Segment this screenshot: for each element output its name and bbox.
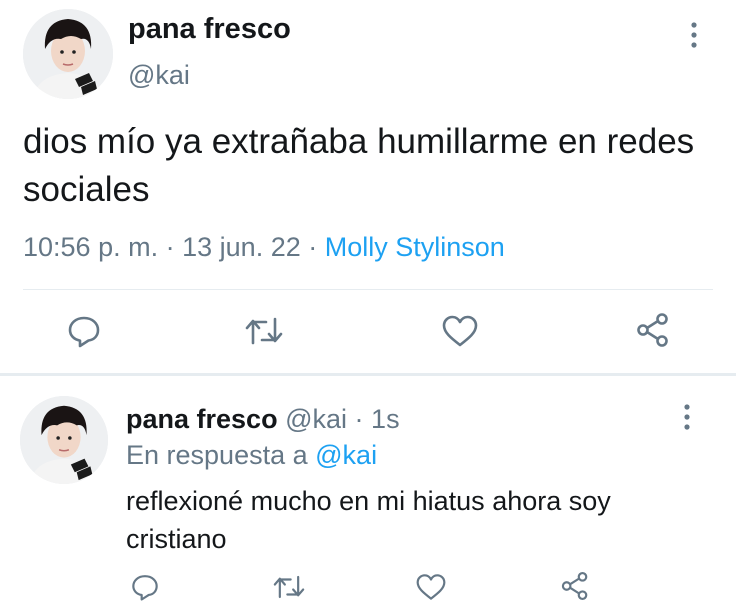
meta-separator: · [354, 404, 364, 434]
meta-separator: · [165, 232, 175, 262]
avatar-image [20, 396, 108, 484]
replying-to: En respuesta a @kai [126, 440, 377, 471]
display-name[interactable]: pana fresco [126, 404, 278, 434]
like-icon[interactable] [441, 313, 479, 349]
reply-icon[interactable] [66, 313, 102, 349]
tweet-age: 1s [371, 404, 400, 434]
replying-to-label: En respuesta a [126, 440, 308, 470]
reply-header: pana fresco @kai · 1s [126, 404, 400, 435]
retweet-icon[interactable] [244, 313, 284, 349]
user-handle[interactable]: @kai [128, 60, 190, 91]
tweet-text: reflexioné mucho en mi hiatus ahora soy … [126, 486, 611, 554]
user-handle[interactable]: @kai [285, 404, 347, 434]
retweet-icon[interactable] [272, 572, 306, 602]
tweet-time: 10:56 p. m. [23, 232, 159, 262]
display-name[interactable]: pana fresco [128, 13, 291, 46]
divider [23, 289, 713, 290]
replying-to-mention[interactable]: @kai [315, 440, 377, 470]
avatar[interactable] [20, 396, 108, 484]
reply-icon[interactable] [130, 572, 160, 602]
tweet-text: dios mío ya extrañaba humillarme en rede… [23, 122, 695, 209]
tweet-source[interactable]: Molly Stylinson [325, 232, 505, 262]
share-icon[interactable] [635, 311, 671, 349]
avatar[interactable] [23, 9, 113, 99]
tweet-separator [0, 373, 736, 376]
more-icon[interactable] [677, 402, 697, 432]
share-icon[interactable] [560, 570, 590, 602]
more-icon[interactable] [684, 20, 704, 50]
tweet-metadata: 10:56 p. m. · 13 jun. 22 · Molly Stylins… [23, 232, 505, 263]
avatar-image [23, 9, 113, 99]
like-icon[interactable] [415, 572, 447, 602]
tweet-date: 13 jun. 22 [182, 232, 301, 262]
meta-separator: · [308, 232, 318, 262]
